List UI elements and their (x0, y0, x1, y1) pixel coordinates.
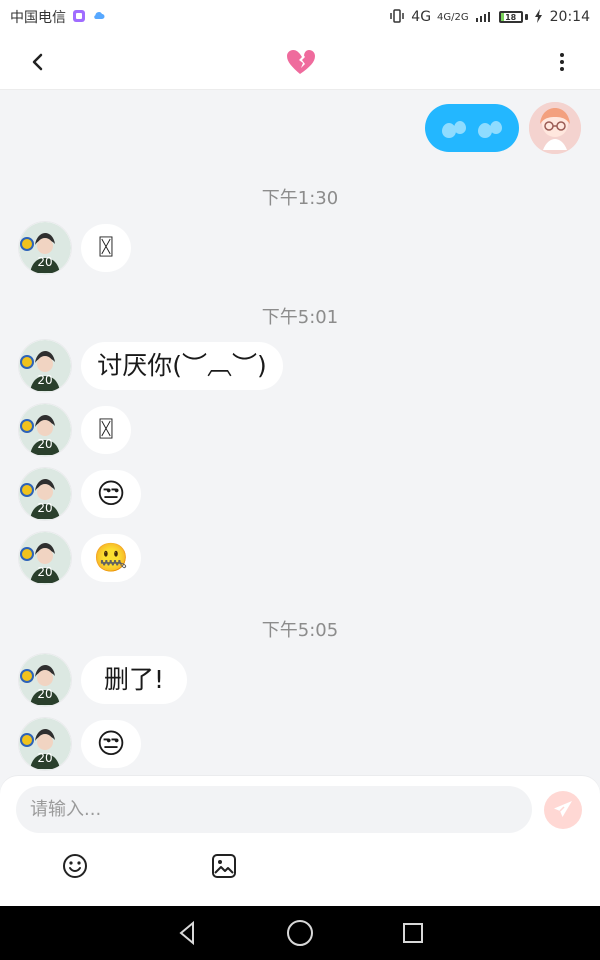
message-row-6: 20 删了! (19, 654, 187, 706)
svg-text:20: 20 (37, 437, 52, 451)
app-badge-icon (72, 9, 86, 25)
svg-text:20: 20 (37, 501, 52, 515)
message-bubble[interactable]: 😒 (81, 720, 141, 768)
back-button[interactable] (18, 42, 58, 82)
status-right: 4G 4G/2G 18 20:14 (389, 8, 590, 26)
nav-home-button[interactable] (281, 914, 319, 952)
send-icon (554, 801, 572, 817)
sweat-drop-icon (442, 121, 466, 138)
svg-text:20: 20 (37, 687, 52, 701)
triangle-back-icon (179, 920, 194, 946)
message-text: 删了! (103, 665, 165, 694)
contact-avatar[interactable]: 20 (19, 340, 71, 392)
message-row-3: 20 〿 (19, 404, 131, 456)
sent-message-bubble[interactable]: 💦💦 (425, 104, 519, 152)
message-row-1: 20 〿 (19, 222, 131, 274)
contact-avatar[interactable]: 20 (19, 532, 71, 584)
message-bubble[interactable]: 讨厌你(︶︹︶) (81, 342, 283, 390)
chat-header (0, 34, 600, 90)
contact-avatar[interactable]: 20 (19, 654, 71, 706)
image-icon (212, 854, 236, 878)
nav-back-button[interactable] (168, 914, 206, 952)
chat-area: 💦💦 下午1:30 (0, 90, 600, 778)
battery-text: 18 (505, 12, 517, 22)
message-text: 😒 (96, 477, 126, 510)
contact-avatar[interactable]: 20 (19, 468, 71, 520)
message-text: 讨厌你(︶︹︶) (97, 351, 267, 380)
message-bubble[interactable]: 删了! (81, 656, 187, 704)
message-bubble[interactable]: 🤐 (81, 534, 141, 582)
message-row-4: 20 😒 (19, 468, 141, 520)
charging-icon (534, 9, 544, 25)
square-recent-icon (403, 923, 424, 943)
broken-heart-icon (280, 42, 320, 82)
time-label-2: 下午5:01 (261, 307, 339, 328)
message-bubble[interactable]: 〿 (81, 224, 131, 272)
message-input-wrapper[interactable] (16, 786, 532, 833)
message-text: 〿 (93, 415, 119, 444)
signal-icon (475, 9, 493, 25)
time-label-3: 下午5:05 (261, 620, 339, 641)
home-circle-icon (286, 920, 313, 946)
status-time: 20:14 (549, 9, 590, 25)
time-label-1: 下午1:30 (261, 188, 339, 209)
battery-body: 18 (498, 11, 523, 23)
network-secondary: 4G/2G (437, 11, 469, 23)
system-navigation-bar (0, 906, 600, 960)
message-bubble[interactable]: 〿 (81, 406, 131, 454)
sweat-drop-icon-2 (478, 121, 502, 138)
message-row-2: 20 讨厌你(︶︹︶) (19, 340, 283, 392)
more-button[interactable] (542, 42, 582, 82)
contact-avatar[interactable]: 20 (19, 404, 71, 456)
chevron-left-icon (32, 53, 43, 70)
status-bar: 中国电信 4G 4G/2G 18 20:14 (0, 0, 600, 34)
nav-recent-button[interactable] (394, 914, 432, 952)
status-left: 中国电信 (10, 7, 106, 27)
carrier-text: 中国电信 (10, 10, 66, 26)
message-text: 😒 (96, 727, 126, 760)
svg-text:20: 20 (37, 373, 52, 387)
network-primary: 4G (411, 9, 432, 25)
message-bubble[interactable]: 😒 (81, 470, 141, 518)
cloud-icon (92, 9, 106, 25)
message-row-5: 20 🤐 (19, 532, 141, 584)
battery-indicator: 18 (498, 11, 528, 23)
contact-avatar[interactable]: 20 (19, 718, 71, 770)
message-text: 〿 (93, 233, 119, 262)
message-input[interactable] (28, 798, 520, 821)
emoji-icon (63, 854, 87, 878)
battery-cap (524, 14, 528, 20)
svg-text:20: 20 (37, 565, 52, 579)
emoji-button[interactable] (57, 848, 93, 884)
send-button[interactable] (544, 791, 582, 829)
svg-text:20: 20 (37, 751, 52, 765)
message-text: 🤐 (93, 541, 129, 574)
composer-area (0, 776, 600, 906)
image-button[interactable] (206, 848, 242, 884)
sent-message-row: 💦💦 (425, 102, 581, 154)
message-row-7: 20 😒 (19, 718, 141, 770)
more-vertical-icon (560, 52, 564, 71)
contact-avatar[interactable]: 20 (19, 222, 71, 274)
svg-text:20: 20 (37, 255, 52, 269)
self-avatar[interactable] (529, 102, 581, 154)
vibrate-icon (389, 8, 405, 26)
